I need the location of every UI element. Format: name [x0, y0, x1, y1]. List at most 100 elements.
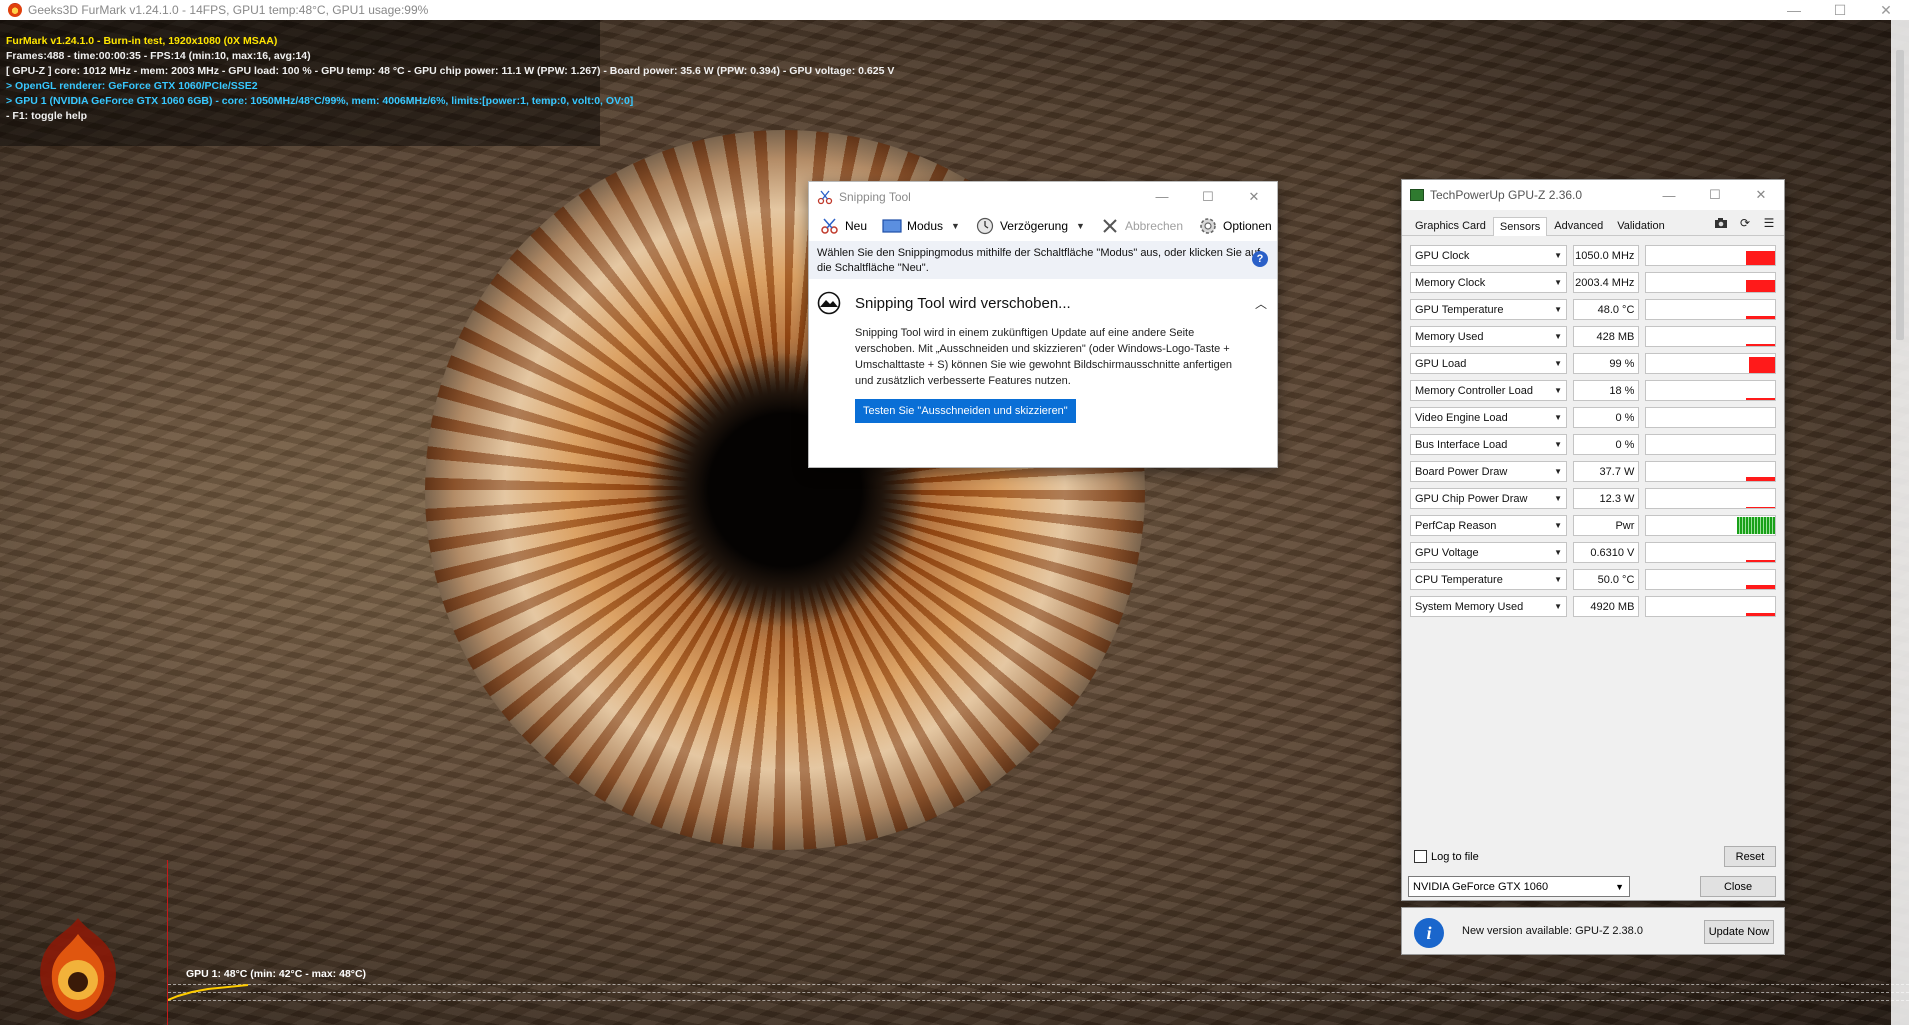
- overlay-gpu1: > GPU 1 (NVIDIA GeForce GTX 1060 6GB) - …: [6, 95, 634, 107]
- temperature-graph-label: GPU 1: 48°C (min: 42°C - max: 48°C): [186, 968, 367, 980]
- delay-button[interactable]: Verzögerung ▼: [970, 214, 1089, 238]
- snipping-tool-toolbar: Neu Modus ▼ Verzögerung ▼ Abbrechen Opti…: [809, 211, 1277, 241]
- sensor-name-dropdown[interactable]: Memory Controller Load ▼: [1410, 380, 1567, 401]
- gpuz-tab-toolbar: ⟳ ☰: [1714, 216, 1776, 230]
- close-button[interactable]: ✕: [1738, 180, 1784, 210]
- sensor-name: GPU Voltage: [1415, 546, 1479, 559]
- chevron-down-icon: ▼: [1076, 221, 1085, 231]
- sensor-row: PerfCap Reason ▼ Pwr: [1410, 512, 1776, 539]
- sensor-name: System Memory Used: [1415, 600, 1524, 613]
- sensor-name-dropdown[interactable]: GPU Temperature ▼: [1410, 299, 1567, 320]
- tab-advanced[interactable]: Advanced: [1547, 216, 1610, 235]
- sensor-name-dropdown[interactable]: Memory Used ▼: [1410, 326, 1567, 347]
- sensor-name-dropdown[interactable]: System Memory Used ▼: [1410, 596, 1567, 617]
- minimize-button[interactable]: —: [1646, 180, 1692, 210]
- gpuz-update-banner: i New version available: GPU-Z 2.38.0 Up…: [1401, 907, 1785, 955]
- new-snip-button[interactable]: Neu: [815, 214, 871, 238]
- minimize-button[interactable]: —: [1771, 0, 1817, 20]
- reset-button[interactable]: Reset: [1724, 846, 1776, 867]
- chevron-down-icon: ▼: [1554, 359, 1562, 368]
- sensor-graph: [1645, 380, 1776, 401]
- sensor-value: 428 MB: [1573, 326, 1640, 347]
- sensor-graph-bar: [1746, 251, 1775, 265]
- sensor-graph: [1645, 272, 1776, 293]
- rectangle-mode-icon: [881, 217, 903, 235]
- close-button[interactable]: ✕: [1231, 182, 1277, 211]
- chevron-down-icon: ▼: [1554, 305, 1562, 314]
- minimize-button[interactable]: —: [1139, 182, 1185, 211]
- sensor-row: System Memory Used ▼ 4920 MB: [1410, 593, 1776, 620]
- close-gpuz-button[interactable]: Close: [1700, 876, 1776, 897]
- maximize-button[interactable]: ☐: [1185, 182, 1231, 211]
- sensor-graph-bar: [1746, 316, 1775, 319]
- overlay-frames: Frames:488 - time:00:00:35 - FPS:14 (min…: [6, 50, 311, 62]
- sensor-name: GPU Clock: [1415, 249, 1470, 262]
- refresh-icon[interactable]: ⟳: [1738, 216, 1752, 230]
- sensor-graph-bar: [1746, 507, 1775, 508]
- close-button[interactable]: ✕: [1863, 0, 1909, 20]
- sensor-name-dropdown[interactable]: GPU Voltage ▼: [1410, 542, 1567, 563]
- sensor-graph: [1645, 569, 1776, 590]
- sensor-name: PerfCap Reason: [1415, 519, 1497, 532]
- notice-header: Snipping Tool wird verschoben...: [817, 291, 1277, 315]
- sensor-name-dropdown[interactable]: GPU Clock ▼: [1410, 245, 1567, 266]
- snipping-tool-window-controls: — ☐ ✕: [1139, 182, 1277, 211]
- tab-graphics-card[interactable]: Graphics Card: [1408, 216, 1493, 235]
- sensor-name-dropdown[interactable]: Memory Clock ▼: [1410, 272, 1567, 293]
- options-button[interactable]: Optionen: [1193, 214, 1276, 238]
- chevron-down-icon: ▼: [951, 221, 960, 231]
- chevron-down-icon: ▼: [1554, 386, 1562, 395]
- mode-button[interactable]: Modus ▼: [877, 214, 964, 238]
- update-now-button[interactable]: Update Now: [1704, 920, 1774, 944]
- sensor-name-dropdown[interactable]: Board Power Draw ▼: [1410, 461, 1567, 482]
- sensor-graph: [1645, 245, 1776, 266]
- sensor-graph-bar: [1746, 477, 1775, 481]
- gpu-select-dropdown[interactable]: NVIDIA GeForce GTX 1060 ▼: [1408, 876, 1630, 897]
- tab-validation[interactable]: Validation: [1610, 216, 1672, 235]
- gpuz-titlebar: TechPowerUp GPU-Z 2.36.0 — ☐ ✕: [1402, 180, 1784, 210]
- sensor-value: 1050.0 MHz: [1573, 245, 1640, 266]
- overlay-gpuz-stats: [ GPU-Z ] core: 1012 MHz - mem: 2003 MHz…: [6, 65, 895, 77]
- chevron-down-icon: ▼: [1554, 602, 1562, 611]
- sensor-name-dropdown[interactable]: GPU Chip Power Draw ▼: [1410, 488, 1567, 509]
- chevron-up-icon[interactable]: ︿: [1255, 295, 1267, 312]
- sensor-name-dropdown[interactable]: Bus Interface Load ▼: [1410, 434, 1567, 455]
- sensor-name-dropdown[interactable]: Video Engine Load ▼: [1410, 407, 1567, 428]
- sensor-name: Board Power Draw: [1415, 465, 1508, 478]
- log-to-file-checkbox[interactable]: [1414, 850, 1427, 863]
- sensor-name-dropdown[interactable]: PerfCap Reason ▼: [1410, 515, 1567, 536]
- sensor-row: GPU Temperature ▼ 48.0 °C: [1410, 296, 1776, 323]
- sensor-graph-bar: [1746, 613, 1775, 616]
- sensor-graph-bar: [1746, 280, 1775, 292]
- sensor-name: GPU Load: [1415, 357, 1467, 370]
- sensor-row: Video Engine Load ▼ 0 %: [1410, 404, 1776, 431]
- sensor-name-dropdown[interactable]: CPU Temperature ▼: [1410, 569, 1567, 590]
- sensor-name-dropdown[interactable]: GPU Load ▼: [1410, 353, 1567, 374]
- perfcap-bar: [1737, 517, 1775, 534]
- desktop-scrollbar[interactable]: [1891, 20, 1909, 1025]
- camera-icon[interactable]: [1714, 216, 1728, 230]
- mode-instruction-bar: Wählen Sie den Snippingmodus mithilfe de…: [809, 241, 1277, 279]
- log-to-file-option[interactable]: Log to file: [1414, 850, 1479, 863]
- cancel-button[interactable]: Abbrechen: [1095, 214, 1187, 238]
- chevron-down-icon: ▼: [1554, 467, 1562, 476]
- maximize-button[interactable]: ☐: [1817, 0, 1863, 20]
- scrollbar-thumb[interactable]: [1896, 50, 1904, 340]
- menu-icon[interactable]: ☰: [1762, 216, 1776, 230]
- sensor-row: GPU Voltage ▼ 0.6310 V: [1410, 539, 1776, 566]
- notice-body: Snipping Tool wird in einem zukünftigen …: [855, 327, 1232, 387]
- mode-instruction-text: Wählen Sie den Snippingmodus mithilfe de…: [817, 247, 1261, 274]
- try-snip-sketch-button[interactable]: Testen Sie "Ausschneiden und skizzieren": [855, 399, 1076, 423]
- sensor-graph: [1645, 326, 1776, 347]
- new-snip-label: Neu: [845, 219, 868, 233]
- sensor-name: GPU Temperature: [1415, 303, 1504, 316]
- maximize-button[interactable]: ☐: [1692, 180, 1738, 210]
- gpu-select-value: NVIDIA GeForce GTX 1060: [1413, 880, 1549, 893]
- tab-sensors[interactable]: Sensors: [1492, 217, 1548, 236]
- scissors-icon: [817, 190, 833, 204]
- sensor-graph-bar: [1746, 560, 1775, 562]
- help-icon[interactable]: ?: [1252, 251, 1268, 267]
- chevron-down-icon: ▼: [1554, 494, 1562, 503]
- sensor-value: 12.3 W: [1573, 488, 1640, 509]
- gpuz-tabs: Graphics Card Sensors Advanced Validatio…: [1402, 214, 1784, 236]
